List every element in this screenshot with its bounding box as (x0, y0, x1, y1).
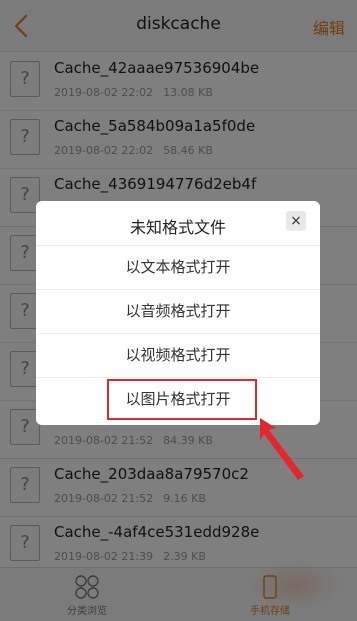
open-as-video-button[interactable]: 以视频格式打开 (36, 333, 320, 377)
open-as-text-button[interactable]: 以文本格式打开 (36, 245, 320, 289)
close-icon[interactable]: × (286, 211, 306, 231)
unknown-format-dialog: 未知格式文件 × 以文本格式打开 以音频格式打开 以视频格式打开 以图片格式打开 (36, 201, 320, 425)
annotation-highlight-box (107, 379, 257, 420)
annotation-arrow-icon (260, 418, 304, 480)
dialog-title: 未知格式文件 (129, 218, 226, 237)
open-as-audio-button[interactable]: 以音频格式打开 (36, 289, 320, 333)
